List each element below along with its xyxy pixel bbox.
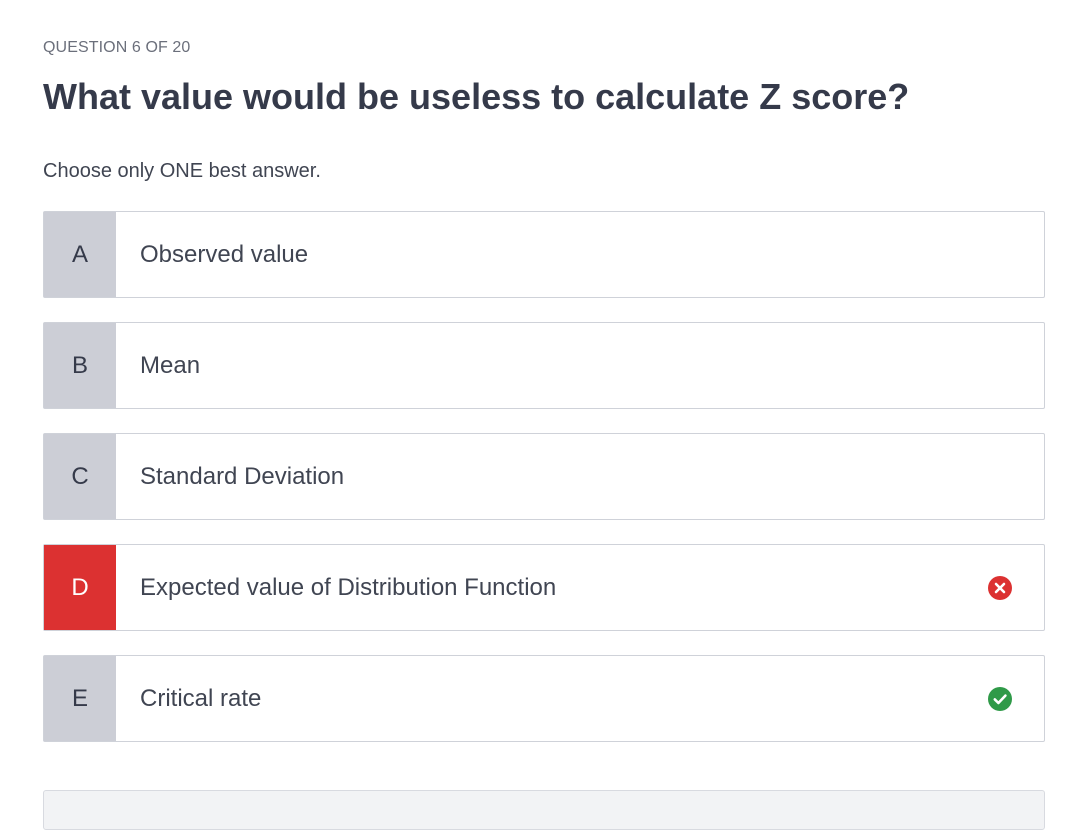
option-label: Standard Deviation (140, 462, 345, 490)
option-letter: E (44, 656, 116, 741)
feedback-panel (43, 790, 1045, 830)
option-letter: C (44, 434, 116, 519)
question-progress: QUESTION 6 OF 20 (43, 39, 191, 56)
option-letter: D (44, 545, 116, 630)
check-circle-icon (988, 686, 1012, 711)
answer-option-e[interactable]: E Critical rate (43, 655, 1045, 742)
answer-instruction: Choose only ONE best answer. (43, 160, 321, 182)
answer-option-b[interactable]: B Mean (43, 322, 1045, 409)
close-circle-icon (988, 575, 1012, 600)
option-label: Critical rate (140, 684, 262, 712)
option-letter: A (44, 212, 116, 297)
answer-options: A Observed value B Mean C Standard Devia… (43, 211, 1045, 766)
question-title: What value would be useless to calculate… (43, 76, 910, 117)
option-letter: B (44, 323, 116, 408)
option-label: Expected value of Distribution Function (140, 573, 557, 601)
option-label: Mean (140, 351, 201, 379)
option-label: Observed value (140, 240, 309, 268)
answer-option-a[interactable]: A Observed value (43, 211, 1045, 298)
answer-option-c[interactable]: C Standard Deviation (43, 433, 1045, 520)
answer-option-d[interactable]: D Expected value of Distribution Functio… (43, 544, 1045, 631)
